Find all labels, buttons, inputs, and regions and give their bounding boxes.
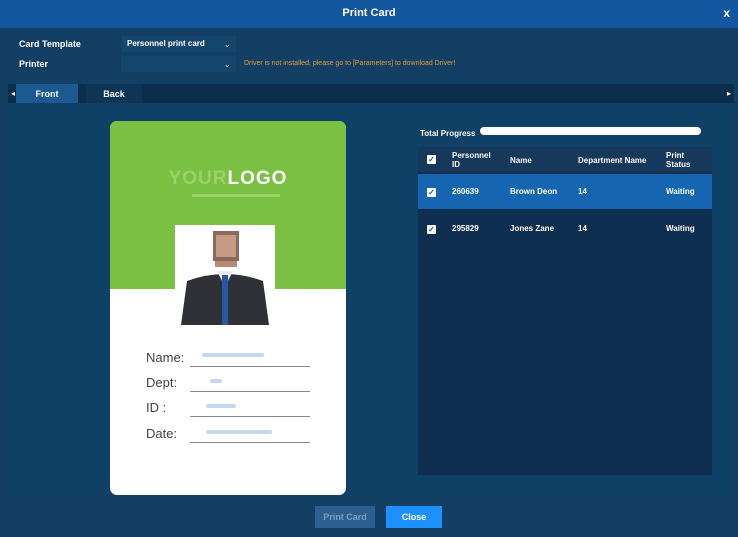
col-name[interactable]: Name	[510, 156, 532, 165]
col-department-name[interactable]: Department Name	[578, 156, 646, 165]
row-checkbox[interactable]: ✓	[427, 188, 436, 197]
card-dept-label: Dept:	[146, 375, 178, 390]
logo-tagline	[192, 194, 280, 197]
chevron-down-icon: ⌄	[224, 40, 231, 49]
cell-print-status: Waiting	[666, 187, 695, 196]
card-date-value	[206, 430, 272, 434]
printer-select[interactable]	[121, 56, 236, 72]
print-card-button[interactable]: Print Card	[315, 506, 375, 528]
driver-warning: Driver is not installed, please go to [P…	[244, 60, 456, 67]
card-template-label: Card Template	[19, 39, 81, 49]
tab-back[interactable]: Back	[86, 84, 142, 103]
close-icon[interactable]: x	[723, 6, 730, 20]
total-progress-bar	[480, 127, 701, 135]
col-print-status[interactable]: Print Status	[666, 151, 700, 169]
select-all-checkbox[interactable]: ✓	[427, 155, 436, 164]
cell-name: Jones Zane	[510, 224, 555, 233]
cell-department: 14	[578, 187, 587, 196]
tab-front[interactable]: Front	[16, 84, 78, 103]
card-logo: YOURLOGO	[168, 168, 288, 189]
row-checkbox[interactable]: ✓	[427, 225, 436, 234]
dialog-title: Print Card	[342, 7, 396, 19]
card-id-label: ID :	[146, 400, 167, 415]
cell-print-status: Waiting	[666, 224, 695, 233]
card-date-line	[190, 442, 310, 443]
card-dept-line	[190, 391, 310, 392]
card-id-line	[190, 416, 310, 417]
cell-name: Brown Deon	[510, 187, 558, 196]
card-date-label: Date:	[146, 426, 178, 441]
close-button[interactable]: Close	[386, 506, 442, 528]
card-id-value	[206, 404, 236, 408]
cell-personnel-id: 260639	[452, 187, 479, 196]
printer-label: Printer	[19, 59, 49, 69]
card-template-value: Personnel print card	[127, 39, 205, 48]
card-template-select[interactable]: Personnel print card	[121, 36, 236, 52]
chevron-left-icon[interactable]: ◂	[11, 89, 15, 98]
personnel-photo	[175, 225, 275, 325]
table-row[interactable]: ✓ 260639 Brown Deon 14 Waiting	[418, 174, 712, 209]
total-progress-label: Total Progress	[420, 129, 476, 138]
table-row[interactable]: ✓ 295829 Jones Zane 14 Waiting	[418, 211, 712, 246]
cell-personnel-id: 295829	[452, 224, 479, 233]
card-name-value	[202, 353, 264, 357]
table-header: ✓ Personnel ID Name Department Name Prin…	[418, 147, 712, 172]
card-dept-value	[210, 379, 222, 383]
print-table: ✓ Personnel ID Name Department Name Prin…	[418, 147, 712, 475]
cell-department: 14	[578, 224, 587, 233]
card-preview: YOURLOGO Name: Dept: ID : Date:	[110, 121, 346, 495]
card-name-line	[190, 366, 310, 367]
col-personnel-id[interactable]: Personnel ID	[452, 151, 498, 169]
chevron-down-icon: ⌄	[224, 60, 231, 69]
print-card-dialog: Print Card x Card Template Personnel pri…	[0, 0, 738, 537]
card-name-label: Name:	[146, 350, 185, 365]
tab-bar: ◂ Front Back ▸	[8, 84, 734, 103]
title-bar: Print Card x	[0, 0, 738, 28]
chevron-right-icon[interactable]: ▸	[727, 89, 731, 98]
